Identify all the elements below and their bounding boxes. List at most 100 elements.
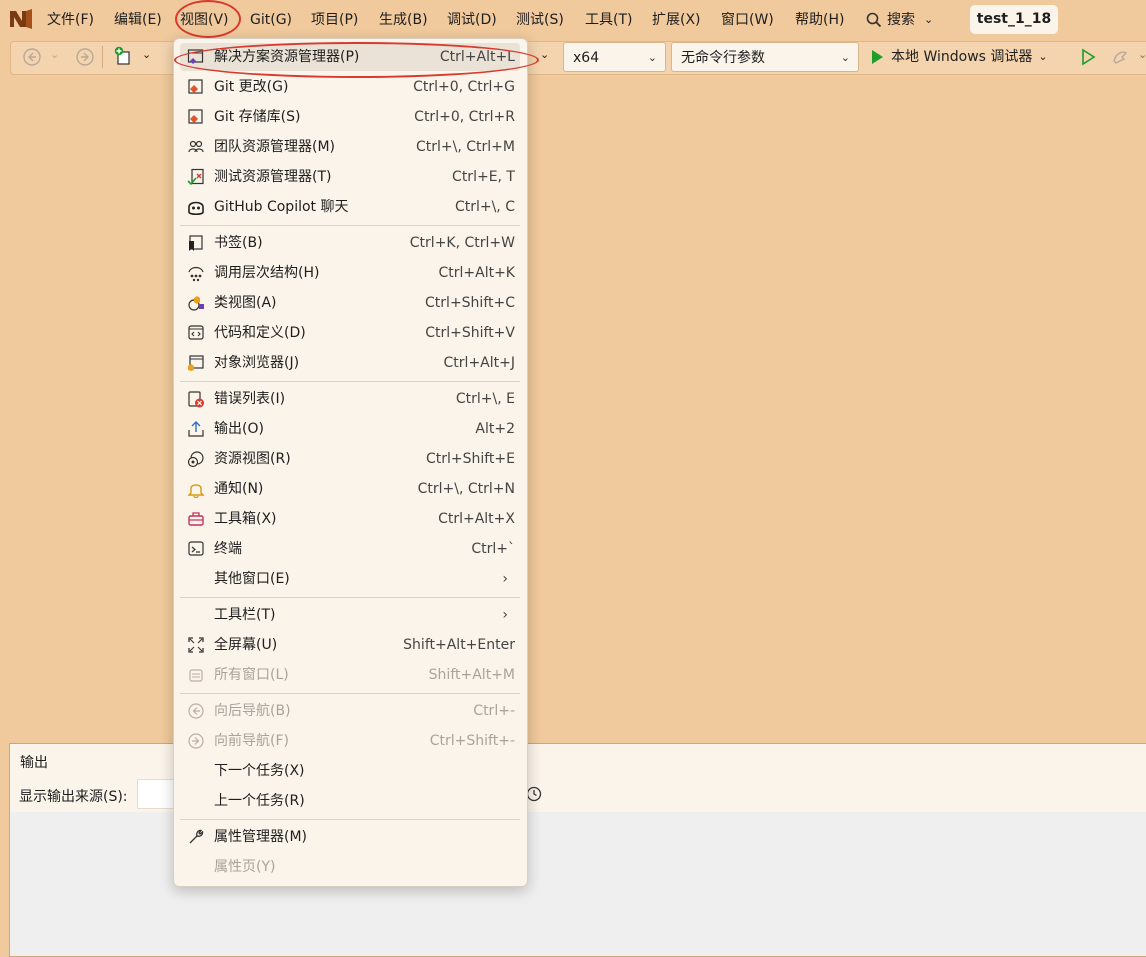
chevron-down-icon[interactable]: ⌄ — [540, 48, 549, 61]
menu-item-navigate-forward: 向前导航(F) Ctrl+Shift+- — [180, 727, 520, 755]
error-list-icon — [188, 391, 204, 408]
resource-view-icon — [187, 451, 204, 468]
menu-item-shortcut: Ctrl+Alt+L — [439, 49, 515, 65]
menu-item-test-explorer[interactable]: 测试资源管理器(T) Ctrl+E, T — [180, 163, 520, 191]
menu-item-copilot-chat[interactable]: GitHub Copilot 聊天 Ctrl+\, C — [180, 193, 520, 221]
navigate-back-icon[interactable] — [22, 47, 42, 67]
menu-separator — [180, 819, 520, 820]
menu-item-shortcut: Alt+2 — [475, 421, 515, 437]
menu-item-code-definition[interactable]: 代码和定义(D) Ctrl+Shift+V — [180, 319, 520, 347]
platform-dropdown[interactable]: x64 ⌄ — [563, 42, 666, 72]
git-repository-icon — [188, 109, 203, 124]
menu-file[interactable]: 文件(F) — [45, 9, 96, 31]
menu-item-bookmarks[interactable]: 书签(B) Ctrl+K, Ctrl+W — [180, 229, 520, 257]
menu-extensions[interactable]: 扩展(X) — [650, 9, 703, 31]
navigate-forward-icon[interactable] — [75, 47, 95, 67]
menu-item-error-list[interactable]: 错误列表(I) Ctrl+\, E — [180, 385, 520, 413]
new-project-icon[interactable] — [113, 46, 133, 66]
chevron-down-icon[interactable]: ⌄ — [1138, 48, 1146, 61]
search-icon — [866, 12, 882, 28]
menu-item-label: 工具栏(T) — [214, 607, 276, 623]
menu-item-label: 调用层次结构(H) — [214, 265, 320, 281]
menu-item-label: 下一个任务(X) — [214, 763, 305, 779]
menu-item-label: 团队资源管理器(M) — [214, 139, 336, 155]
menu-item-shortcut: Ctrl+Shift+E — [425, 451, 515, 467]
menu-git[interactable]: Git(G) — [248, 9, 294, 31]
menu-item-previous-task[interactable]: 上一个任务(R) — [180, 787, 520, 815]
start-without-debugging-icon[interactable] — [1078, 47, 1098, 67]
menu-item-label: 书签(B) — [214, 235, 263, 251]
menu-item-label: 代码和定义(D) — [214, 325, 306, 341]
menu-item-shortcut: Ctrl+Alt+X — [438, 511, 515, 527]
menu-item-shortcut: Ctrl+E, T — [452, 169, 515, 185]
menu-project[interactable]: 项目(P) — [309, 9, 360, 31]
search-button[interactable]: 搜索 ⌄ — [866, 9, 933, 31]
clock-icon[interactable] — [526, 786, 542, 802]
chevron-down-icon[interactable]: ⌄ — [142, 48, 151, 61]
menu-item-label: 工具箱(X) — [214, 511, 277, 527]
view-menu-dropdown: 解决方案资源管理器(P) Ctrl+Alt+L Git 更改(G) Ctrl+0… — [173, 38, 539, 887]
menu-edit[interactable]: 编辑(E) — [112, 9, 164, 31]
command-args-value: 无命令行参数 — [681, 50, 765, 66]
menu-item-fullscreen[interactable]: 全屏幕(U) Shift+Alt+Enter — [180, 631, 520, 659]
menu-item-shortcut: Shift+Alt+M — [428, 667, 515, 683]
menu-separator — [180, 381, 520, 382]
menu-item-call-hierarchy[interactable]: 调用层次结构(H) Ctrl+Alt+K — [180, 259, 520, 287]
menu-test[interactable]: 测试(S) — [514, 9, 566, 31]
menu-item-git-changes[interactable]: Git 更改(G) Ctrl+0, Ctrl+G — [180, 73, 520, 101]
menu-item-toolbox[interactable]: 工具箱(X) Ctrl+Alt+X — [180, 505, 520, 533]
hot-reload-icon[interactable] — [1110, 47, 1130, 67]
menu-item-other-windows[interactable]: 其他窗口(E) › — [180, 565, 520, 593]
menu-item-label: 测试资源管理器(T) — [214, 169, 332, 185]
menu-window[interactable]: 窗口(W) — [719, 9, 776, 31]
menu-item-label: 向前导航(F) — [214, 733, 289, 749]
menu-build[interactable]: 生成(B) — [377, 9, 430, 31]
command-args-dropdown[interactable]: 无命令行参数 ⌄ — [671, 42, 859, 72]
menu-view[interactable]: 视图(V) — [178, 9, 231, 31]
menu-item-label: 属性页(Y) — [214, 859, 276, 875]
menu-item-solution-explorer[interactable]: 解决方案资源管理器(P) Ctrl+Alt+L — [180, 43, 520, 71]
test-explorer-icon — [187, 168, 204, 186]
output-icon — [188, 421, 204, 437]
menu-item-resource-view[interactable]: 资源视图(R) Ctrl+Shift+E — [180, 445, 520, 473]
menu-bar: 文件(F) 编辑(E) 视图(V) Git(G) 项目(P) 生成(B) 调试(… — [0, 0, 1146, 38]
menu-item-output[interactable]: 输出(O) Alt+2 — [180, 415, 520, 443]
menu-item-next-task[interactable]: 下一个任务(X) — [180, 757, 520, 785]
menu-debug[interactable]: 调试(D) — [445, 9, 499, 31]
all-windows-icon — [189, 669, 203, 682]
code-definition-icon — [188, 325, 204, 340]
menu-item-shortcut: Ctrl+- — [473, 703, 515, 719]
chevron-down-icon: ⌄ — [840, 51, 850, 64]
chevron-down-icon[interactable]: ⌄ — [50, 48, 59, 61]
menu-item-label: 上一个任务(R) — [214, 793, 305, 809]
menu-item-class-view[interactable]: 类视图(A) Ctrl+Shift+C — [180, 289, 520, 317]
menu-item-property-manager[interactable]: 属性管理器(M) — [180, 823, 520, 851]
platform-value: x64 — [573, 50, 600, 66]
chevron-down-icon: ⌄ — [924, 13, 934, 26]
run-label: 本地 Windows 调试器 — [891, 49, 1033, 65]
menu-item-notifications[interactable]: 通知(N) Ctrl+\, Ctrl+N — [180, 475, 520, 503]
git-changes-icon — [188, 79, 203, 94]
visual-studio-logo-icon — [10, 9, 32, 29]
menu-item-shortcut: Ctrl+Alt+K — [438, 265, 515, 281]
copilot-icon — [188, 201, 204, 216]
menu-item-toolbars[interactable]: 工具栏(T) › — [180, 601, 520, 629]
menu-help[interactable]: 帮助(H) — [793, 9, 846, 31]
output-panel-title: 输出 — [20, 755, 48, 771]
menu-item-shortcut: Ctrl+\, C — [454, 199, 515, 215]
menu-item-terminal[interactable]: 终端 Ctrl+` — [180, 535, 520, 563]
menu-item-team-explorer[interactable]: 团队资源管理器(M) Ctrl+\, Ctrl+M — [180, 133, 520, 161]
fullscreen-icon — [188, 637, 204, 653]
menu-item-label: 输出(O) — [214, 421, 264, 437]
menu-item-label: 通知(N) — [214, 481, 264, 497]
start-debugging-button[interactable]: 本地 Windows 调试器 ⌄ — [869, 42, 1048, 72]
menu-tools[interactable]: 工具(T) — [583, 9, 634, 31]
chevron-right-icon: › — [502, 571, 508, 587]
menu-item-label: 错误列表(I) — [214, 391, 286, 407]
navigate-forward-icon — [188, 733, 204, 749]
navigate-back-icon — [188, 703, 204, 719]
solution-explorer-icon — [187, 49, 204, 64]
menu-item-object-browser[interactable]: 对象浏览器(J) Ctrl+Alt+J — [180, 349, 520, 377]
toolbar-divider — [102, 46, 103, 68]
menu-item-git-repository[interactable]: Git 存储库(S) Ctrl+0, Ctrl+R — [180, 103, 520, 131]
